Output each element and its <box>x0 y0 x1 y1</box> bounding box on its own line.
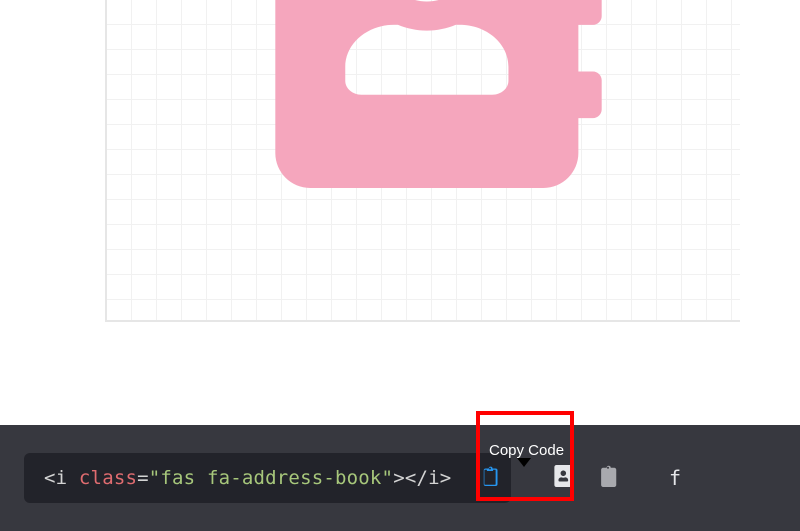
code-token-close: > <box>393 467 405 489</box>
code-token-quote-open: " <box>149 467 161 489</box>
copy-code-button[interactable] <box>480 467 500 489</box>
tooltip-caret-icon <box>517 458 531 467</box>
preview-canvas <box>105 0 740 322</box>
code-token-eq: = <box>137 467 149 489</box>
address-book-icon <box>252 0 625 188</box>
code-token-endtag: i <box>428 467 440 489</box>
icon-preview-area <box>0 0 800 367</box>
code-token-tag: i <box>56 467 68 489</box>
code-token-endopen: </ <box>405 467 428 489</box>
code-snippet[interactable]: <i class="fas fa-address-book"></i> <box>24 453 511 503</box>
code-token-class-value: fas fa-address-book <box>160 467 381 489</box>
copy-code-tooltip: Copy Code <box>489 442 564 459</box>
clipboard-icon <box>597 465 619 492</box>
clipboard-button[interactable] <box>595 465 621 491</box>
address-book-icon <box>553 465 575 492</box>
code-token-attr: class <box>79 467 137 489</box>
clipboard-icon <box>482 466 498 491</box>
glyph-letter: f <box>669 466 681 490</box>
code-token-quote-close: " <box>382 467 394 489</box>
code-token-open: < <box>44 467 56 489</box>
address-book-solid-button[interactable] <box>551 465 577 491</box>
toolbar-right-group: f <box>551 465 681 491</box>
code-token-endclose: > <box>440 467 452 489</box>
code-toolbar: Copy Code <i class="fas fa-address-book"… <box>0 425 800 531</box>
